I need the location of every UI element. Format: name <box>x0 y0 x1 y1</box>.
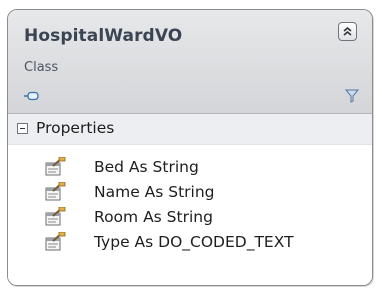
minus-box-icon[interactable] <box>17 123 28 134</box>
compartment-title: Properties <box>36 119 115 137</box>
filter-icon[interactable] <box>344 88 360 107</box>
member-label: Room As String <box>94 208 213 226</box>
property-icon <box>44 156 66 181</box>
class-header: HospitalWardVO Class <box>8 10 372 114</box>
properties-compartment: Properties Bed As String Name As String … <box>8 114 372 285</box>
member-label: Type As DO_CODED_TEXT <box>94 233 294 251</box>
member-name[interactable]: Name As String <box>44 181 364 205</box>
property-icon <box>44 206 66 231</box>
member-label: Name As String <box>94 183 215 201</box>
class-shape[interactable]: HospitalWardVO Class Properties Bed As S… <box>7 9 373 286</box>
class-key-icon <box>24 86 40 105</box>
property-icon <box>44 181 66 206</box>
class-stereotype: Class <box>24 60 59 75</box>
double-chevron-up-icon[interactable] <box>338 22 357 41</box>
compartment-header[interactable]: Properties <box>8 114 372 145</box>
member-room[interactable]: Room As String <box>44 206 364 230</box>
class-name[interactable]: HospitalWardVO <box>24 26 182 46</box>
member-label: Bed As String <box>94 158 199 176</box>
member-bed[interactable]: Bed As String <box>44 156 364 180</box>
member-type[interactable]: Type As DO_CODED_TEXT <box>44 231 364 255</box>
property-icon <box>44 231 66 256</box>
